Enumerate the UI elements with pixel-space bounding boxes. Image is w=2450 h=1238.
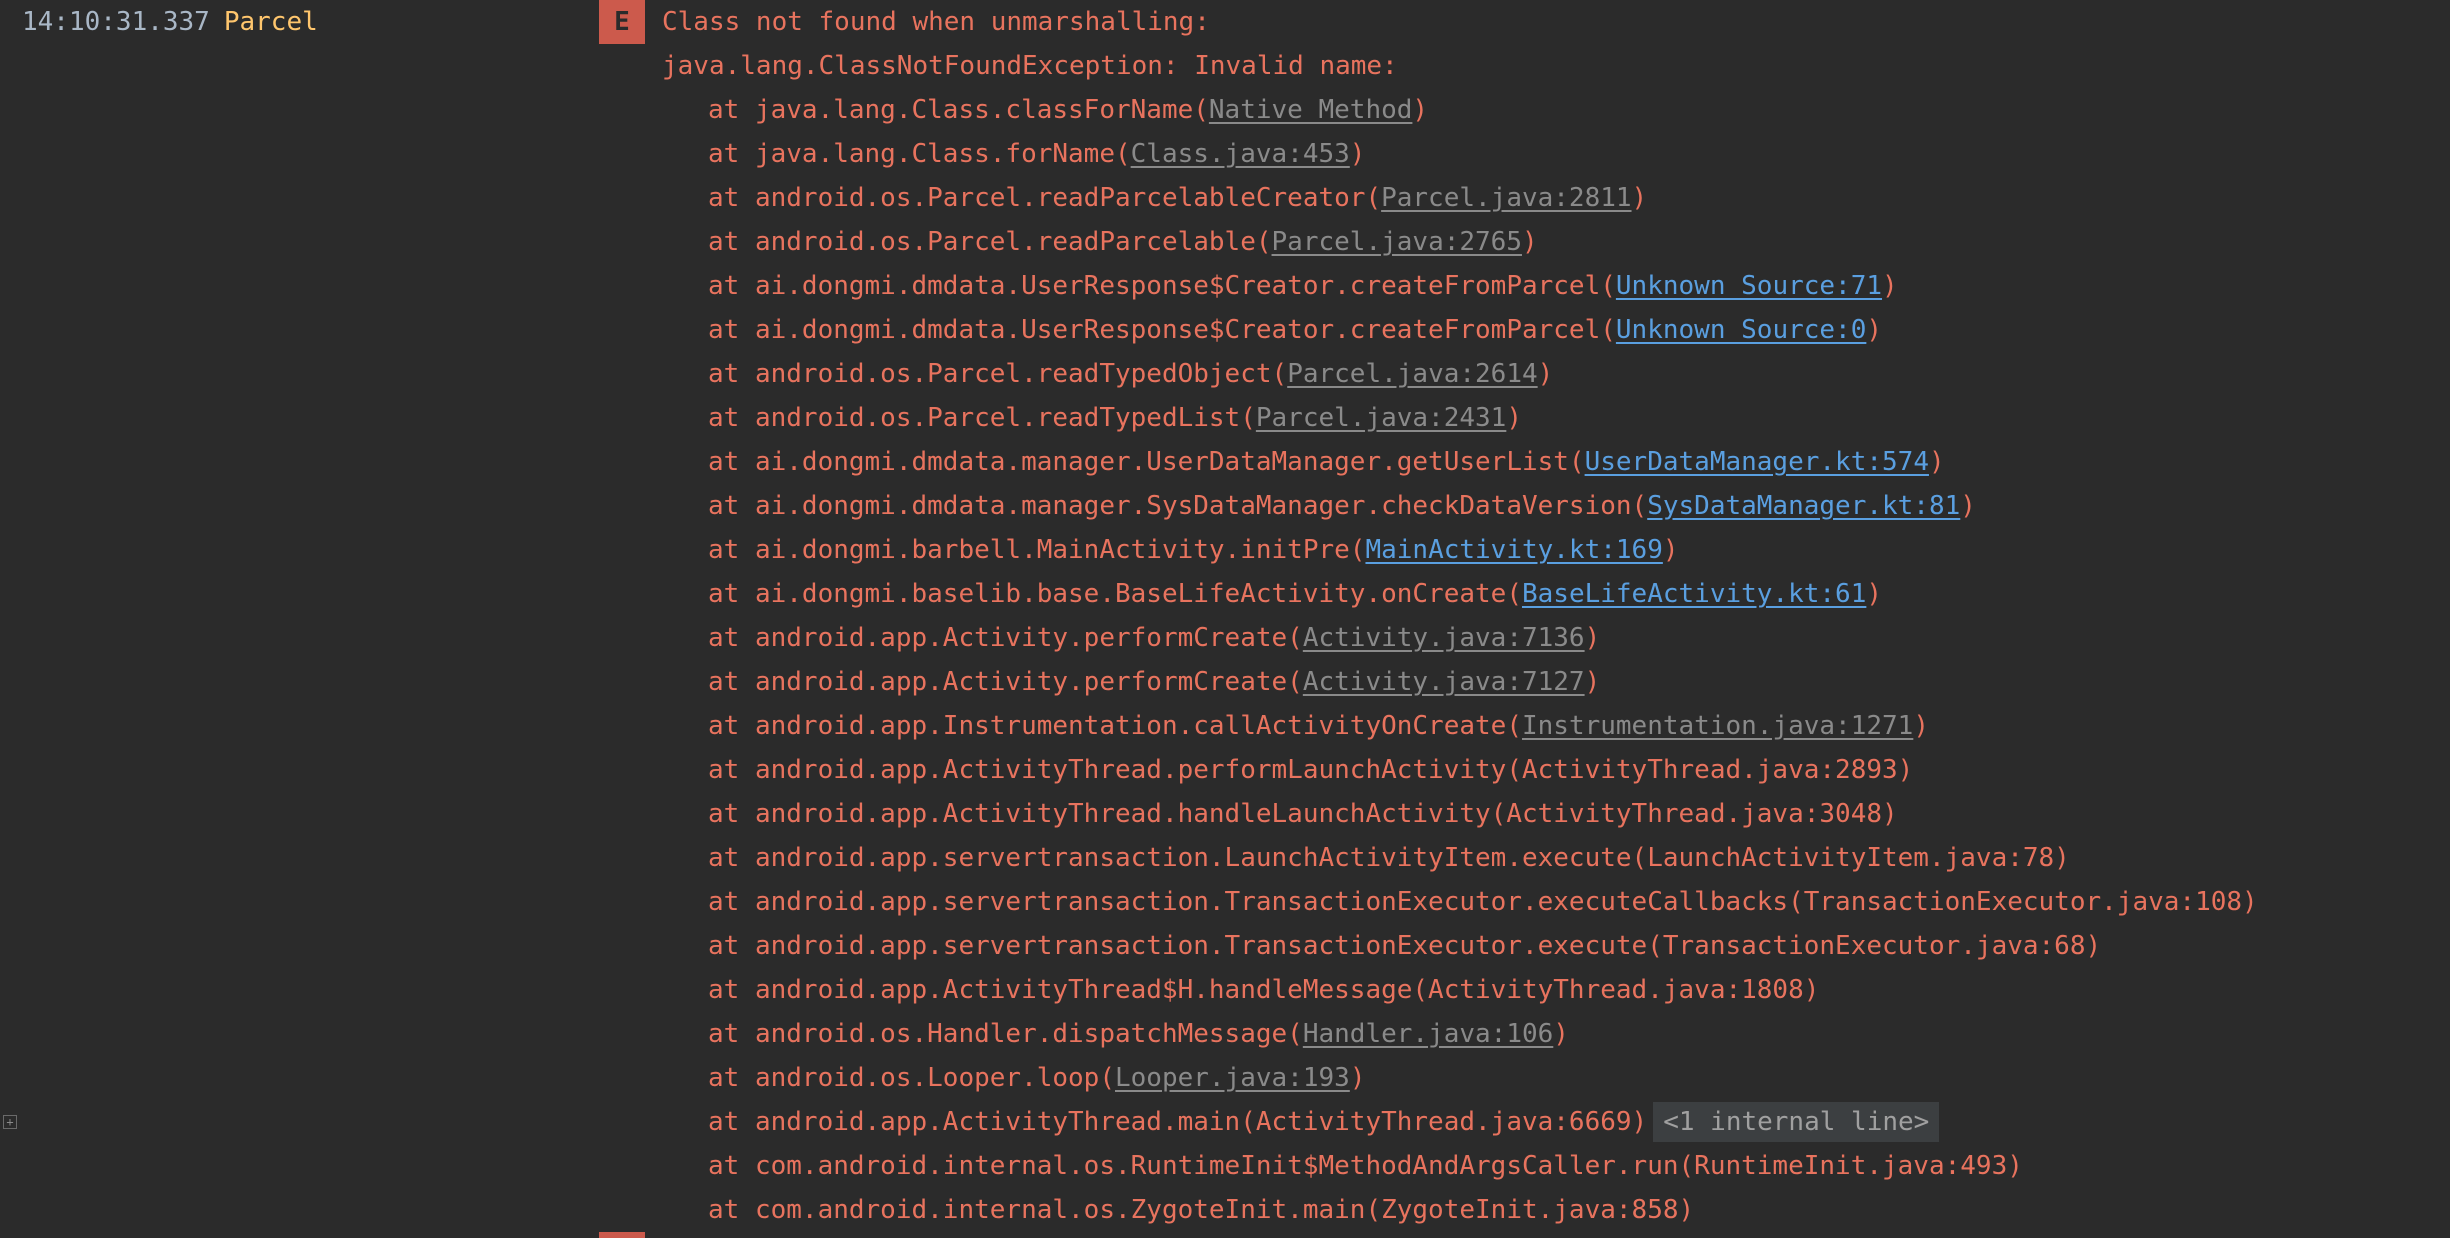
stack-frame-text: at android.os.Parcel.readParcelableCreat…: [708, 183, 1382, 213]
stack-frame-suffix: ): [1584, 623, 1601, 653]
fold-expand-icon[interactable]: +: [3, 1115, 17, 1129]
stack-frame-text: at ai.dongmi.barbell.MainActivity.initPr…: [708, 535, 1366, 565]
source-link[interactable]: MainActivity.kt:169: [1365, 535, 1662, 565]
log-tag: Parcel: [223, 7, 318, 37]
stack-frame-suffix: ): [1349, 139, 1366, 169]
stack-frame-text: at android.app.Activity.performCreate(: [708, 667, 1303, 697]
stack-frame-suffix: ): [1553, 1019, 1569, 1049]
stack-frame-suffix: ): [1928, 447, 1945, 477]
stack-frame-text: at android.app.servertransaction.Transac…: [708, 931, 2102, 961]
stack-frame: at ai.dongmi.dmdata.manager.UserDataMana…: [708, 440, 1945, 484]
stack-frame-suffix: ): [1866, 579, 1883, 609]
stack-frame-text: at ai.dongmi.baselib.base.BaseLifeActivi…: [708, 579, 1522, 609]
stack-frame: at android.app.ActivityThread.handleLaun…: [708, 792, 1898, 836]
stack-frame-text: at java.lang.Class.forName(: [708, 139, 1131, 169]
stack-frame: at android.app.Instrumentation.callActiv…: [708, 704, 1929, 748]
logcat-panel: 14:10:31.337 Parcel E Class not found whe…: [0, 0, 2450, 1238]
source-link[interactable]: Parcel.java:2431: [1256, 403, 1506, 433]
stack-frame-suffix: ): [1882, 271, 1898, 301]
exception-line: java.lang.ClassNotFoundException: Invali…: [662, 51, 1398, 81]
source-link[interactable]: Native Method: [1209, 95, 1413, 125]
next-entry-level-badge: [599, 1232, 645, 1238]
stack-frame-text: at android.app.servertransaction.LaunchA…: [708, 843, 2070, 873]
stack-frame-text: at android.app.Activity.performCreate(: [708, 623, 1303, 653]
stack-frame-text: at com.android.internal.os.RuntimeInit$M…: [708, 1151, 2023, 1181]
log-message: Class not found when unmarshalling:: [662, 7, 1210, 37]
stack-frame: at com.android.internal.os.RuntimeInit$M…: [708, 1144, 2023, 1188]
error-level-badge: E: [599, 0, 645, 44]
source-link[interactable]: Activity.java:7127: [1303, 667, 1585, 697]
stack-frame-text: at android.os.Parcel.readTypedObject(: [708, 359, 1288, 389]
source-link[interactable]: Parcel.java:2811: [1381, 183, 1631, 213]
source-link[interactable]: SysDataManager.kt:81: [1647, 491, 1960, 521]
stack-frame: at android.os.Handler.dispatchMessage(Ha…: [708, 1012, 1569, 1056]
stack-frame-text: at ai.dongmi.dmdata.manager.SysDataManag…: [708, 491, 1648, 521]
source-link[interactable]: UserDataManager.kt:574: [1585, 447, 1929, 477]
stack-frame-text: at android.os.Handler.dispatchMessage(: [708, 1019, 1303, 1049]
stack-frame: at com.android.internal.os.ZygoteInit.ma…: [708, 1188, 1694, 1232]
stack-frame: at android.app.ActivityThread.performLau…: [708, 748, 1913, 792]
stack-frame: at android.app.Activity.performCreate(Ac…: [708, 660, 1600, 704]
stack-frame-text: at android.os.Parcel.readTypedList(: [708, 403, 1256, 433]
stack-frame-suffix: ): [1521, 227, 1538, 257]
stack-frame: at java.lang.Class.classForName(Native M…: [708, 88, 1428, 132]
stack-frame-suffix: ): [1960, 491, 1976, 521]
stack-frame-suffix: ): [1584, 667, 1601, 697]
source-link[interactable]: Instrumentation.java:1271: [1522, 711, 1913, 741]
stack-frame-text: at android.app.ActivityThread$H.handleMe…: [708, 975, 1820, 1005]
stack-frame-suffix: ): [1866, 315, 1883, 345]
stack-frame-text: at android.os.Parcel.readParcelable(: [708, 227, 1272, 257]
stack-frame-suffix: ): [1412, 95, 1429, 125]
stack-frame-text: at ai.dongmi.dmdata.UserResponse$Creator…: [708, 271, 1616, 301]
stack-frame: at ai.dongmi.dmdata.UserResponse$Creator…: [708, 264, 1898, 308]
stack-frame: at android.app.ActivityThread.main(Activ…: [708, 1100, 1940, 1144]
source-link[interactable]: Activity.java:7136: [1303, 623, 1585, 653]
stack-frame-suffix: ): [1913, 711, 1929, 741]
source-link[interactable]: BaseLifeActivity.kt:61: [1522, 579, 1866, 609]
stack-frame-text: at android.app.servertransaction.Transac…: [708, 887, 2258, 917]
source-link[interactable]: Handler.java:106: [1303, 1019, 1553, 1049]
stack-frame: at android.os.Parcel.readParcelable(Parc…: [708, 220, 1538, 264]
stack-frame-text: at android.os.Looper.loop(: [708, 1063, 1115, 1093]
internal-lines-fold[interactable]: <1 internal line>: [1653, 1102, 1940, 1142]
stack-frame: at android.app.Activity.performCreate(Ac…: [708, 616, 1600, 660]
source-link[interactable]: Unknown Source:0: [1616, 315, 1866, 345]
stack-frame-text: at ai.dongmi.dmdata.manager.UserDataMana…: [708, 447, 1585, 477]
stack-frame-suffix: ): [1662, 535, 1679, 565]
stack-frame: at android.os.Parcel.readTypedList(Parce…: [708, 396, 1522, 440]
source-link[interactable]: Parcel.java:2765: [1272, 227, 1522, 257]
stack-frame-suffix: ): [1631, 183, 1648, 213]
source-link[interactable]: Unknown Source:71: [1616, 271, 1882, 301]
source-link[interactable]: Parcel.java:2614: [1287, 359, 1537, 389]
stack-frame: at ai.dongmi.barbell.MainActivity.initPr…: [708, 528, 1679, 572]
stack-frame: at ai.dongmi.dmdata.manager.SysDataManag…: [708, 484, 1976, 528]
stack-frame: at android.app.ActivityThread$H.handleMe…: [708, 968, 1819, 1012]
stack-frame: at android.app.servertransaction.LaunchA…: [708, 836, 2070, 880]
stack-frame-suffix: ): [1349, 1063, 1366, 1093]
stack-frame-suffix: ): [1506, 403, 1522, 433]
source-link[interactable]: Looper.java:193: [1115, 1063, 1350, 1093]
stack-frame-text: at android.app.ActivityThread.performLau…: [708, 755, 1914, 785]
stack-frame: at android.os.Parcel.readTypedObject(Par…: [708, 352, 1553, 396]
stack-frame: at ai.dongmi.baselib.base.BaseLifeActivi…: [708, 572, 1882, 616]
stack-frame: at android.app.servertransaction.Transac…: [708, 880, 2258, 924]
stack-frame-text: at android.app.ActivityThread.handleLaun…: [708, 799, 1898, 829]
stack-frame: at android.os.Parcel.readParcelableCreat…: [708, 176, 1647, 220]
stack-frame-text: at ai.dongmi.dmdata.UserResponse$Creator…: [708, 315, 1616, 345]
stack-frame-suffix: ): [1537, 359, 1554, 389]
log-timestamp: 14:10:31.337: [22, 7, 210, 37]
stack-frame: at android.app.servertransaction.Transac…: [708, 924, 2101, 968]
stack-frame-text: at java.lang.Class.classForName(: [708, 95, 1209, 125]
stack-frame: at android.os.Looper.loop(Looper.java:19…: [708, 1056, 1365, 1100]
log-entry-meta: 14:10:31.337 Parcel: [22, 0, 318, 44]
stack-frame: at ai.dongmi.dmdata.UserResponse$Creator…: [708, 308, 1882, 352]
stack-frame-text: at com.android.internal.os.ZygoteInit.ma…: [708, 1195, 1695, 1225]
stack-frame-text: at android.app.Instrumentation.callActiv…: [708, 711, 1522, 741]
stack-frame: at java.lang.Class.forName(Class.java:45…: [708, 132, 1365, 176]
source-link[interactable]: Class.java:453: [1131, 139, 1350, 169]
stack-frame-text: at android.app.ActivityThread.main(Activ…: [708, 1107, 1648, 1137]
